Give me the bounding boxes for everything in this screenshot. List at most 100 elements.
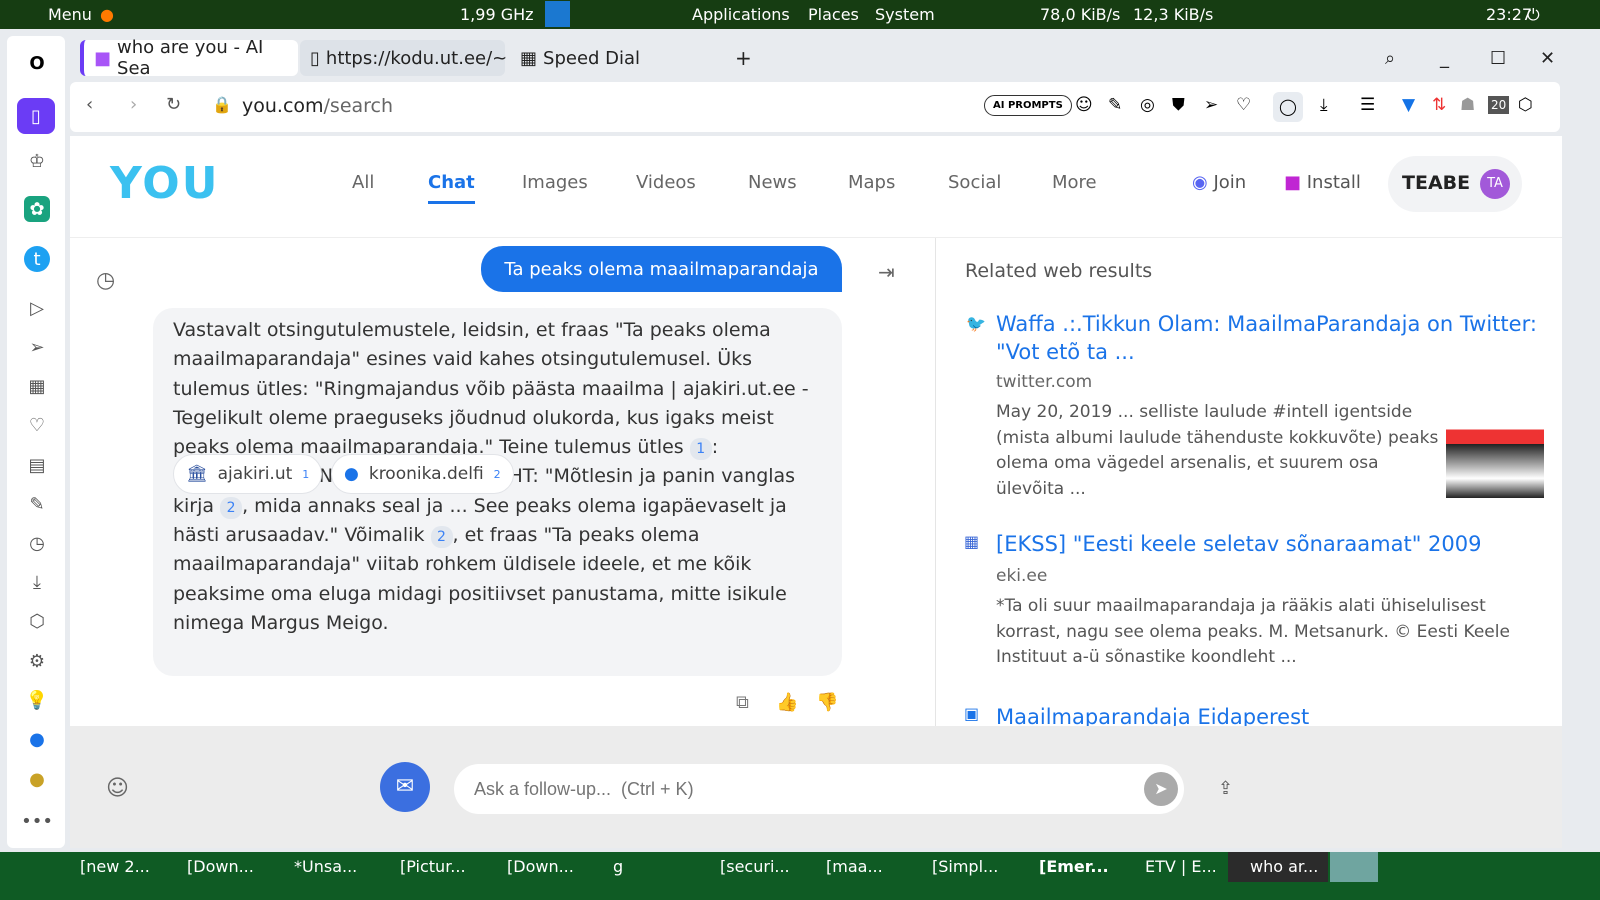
app-icon: ■ <box>1284 172 1307 193</box>
install-link[interactable]: ■ Install <box>1284 172 1361 193</box>
close-button[interactable]: ✕ <box>1530 40 1565 76</box>
history-icon[interactable]: ◷ <box>24 530 50 556</box>
taskbar-item[interactable]: [Simpl... <box>932 857 998 876</box>
source-chip-ajakiri[interactable]: 🏛 ajakiri.ut 1 <box>173 454 323 494</box>
citation-1[interactable]: 1 <box>689 438 712 461</box>
download-icon[interactable]: ⤓ <box>24 569 50 595</box>
cube-icon[interactable]: ⬡ <box>1518 95 1533 115</box>
nav-all[interactable]: All <box>352 172 374 193</box>
news-icon[interactable]: ▤ <box>24 452 50 478</box>
thumbs-up-icon[interactable]: 👍 <box>776 692 798 713</box>
follow-up-input[interactable] <box>454 764 1184 814</box>
share-icon[interactable]: ⇪ <box>1218 778 1233 799</box>
nav-more[interactable]: More <box>1052 172 1097 193</box>
send-icon[interactable]: ➢ <box>1204 95 1218 115</box>
player-icon[interactable]: ▷ <box>24 295 50 321</box>
grid-icon[interactable]: ▦ <box>24 373 50 399</box>
nav-images[interactable]: Images <box>522 172 588 193</box>
applications-menu[interactable]: Applications <box>692 5 790 24</box>
extension-filter-icon[interactable]: ▼ <box>1402 95 1415 115</box>
taskbar-item[interactable]: [new 2... <box>80 857 150 876</box>
tab-you[interactable]: ■ who are you - AI Sea <box>80 37 298 79</box>
minimize-button[interactable]: _ <box>1430 40 1459 76</box>
clock[interactable]: 23:27 <box>1486 5 1532 24</box>
citation-2[interactable]: 2 <box>430 526 453 549</box>
tab-kodu[interactable]: ▯ https://kodu.ut.ee/~ <box>300 40 507 76</box>
chat-footer: ☺ ✉ ➤ ⇪ <box>70 726 1562 848</box>
coin-icon[interactable]: ● <box>24 766 50 792</box>
result-title[interactable]: Maailmaparandaja Eidaperest <box>996 703 1309 726</box>
citation-2[interactable]: 2 <box>220 496 243 519</box>
extension-spy-icon[interactable]: ☗ <box>1460 95 1475 115</box>
shield-icon[interactable]: ⛊ <box>1172 95 1185 115</box>
places-menu[interactable]: Places <box>808 5 859 24</box>
chat-icon[interactable]: ● <box>24 726 50 752</box>
twitter-icon[interactable]: t <box>24 246 50 272</box>
chatgpt-icon[interactable]: ✿ <box>24 196 50 222</box>
taskbar-item-active[interactable]: who ar... <box>1228 852 1328 882</box>
forward-button[interactable]: › <box>130 94 137 115</box>
menu-button[interactable]: Menu <box>24 5 92 24</box>
url-field[interactable]: you.com/search <box>242 95 393 117</box>
system-top-bar: Menu ● 1,99 GHz Applications Places Syst… <box>0 0 1600 29</box>
taskbar-item[interactable]: [Pictur... <box>400 857 466 876</box>
profile-icon[interactable]: ◯ <box>1273 92 1303 122</box>
calendar-extension-icon[interactable]: 20 <box>1488 96 1510 114</box>
firefox-icon[interactable]: ● <box>100 5 114 24</box>
opera-logo-icon[interactable]: O <box>24 50 50 76</box>
taskbar-item[interactable]: [Emer... <box>1039 857 1109 876</box>
camera-icon[interactable]: ◎ <box>1140 95 1155 115</box>
download-icon[interactable]: ⤓ <box>1320 95 1328 115</box>
tab-speed-dial[interactable]: ▦ Speed Dial <box>510 40 650 76</box>
new-chat-icon[interactable]: ☺ <box>106 776 129 801</box>
you-logo[interactable]: YOU <box>110 158 219 209</box>
result-title[interactable]: [EKSS] "Eesti keele seletav sõnaraamat" … <box>996 530 1481 558</box>
reload-button[interactable]: ↻ <box>166 94 181 115</box>
result-title[interactable]: Waffa .:.Tikkun Olam: MaailmaParandaja o… <box>996 310 1546 366</box>
new-tab-button[interactable]: + <box>725 40 762 76</box>
taskbar-item[interactable]: [securi... <box>720 857 790 876</box>
send-button[interactable]: ➤ <box>1144 772 1178 806</box>
emoji-icon[interactable]: ☺ <box>1075 95 1093 115</box>
settings-icon[interactable]: ⚙ <box>24 648 50 674</box>
snap-icon[interactable]: ✎ <box>1108 95 1122 115</box>
system-menu[interactable]: System <box>875 5 935 24</box>
nav-news[interactable]: News <box>748 172 797 193</box>
thumbs-down-icon[interactable]: 👎 <box>816 692 838 713</box>
copy-icon[interactable]: ⧉ <box>736 692 749 713</box>
toggle-panel-icon[interactable]: ⇥ <box>878 260 895 284</box>
extension-arrows-icon[interactable]: ⇅ <box>1432 95 1446 115</box>
back-button[interactable]: ‹ <box>86 94 93 115</box>
result-thumbnail[interactable] <box>1446 400 1544 498</box>
nav-social[interactable]: Social <box>948 172 1001 193</box>
taskbar-item[interactable]: [Down... <box>187 857 254 876</box>
taskbar-item[interactable]: *Unsa... <box>294 857 357 876</box>
search-tabs-icon[interactable]: ⌕ <box>1375 40 1405 76</box>
crown-icon[interactable]: ♔ <box>24 148 50 174</box>
more-icon[interactable]: ••• <box>21 808 53 834</box>
taskbar-item[interactable] <box>1330 852 1378 882</box>
heart-icon[interactable]: ♡ <box>1236 95 1251 115</box>
nav-videos[interactable]: Videos <box>636 172 696 193</box>
user-menu[interactable]: TEABE TA <box>1388 156 1522 212</box>
maximize-button[interactable]: ☐ <box>1480 40 1516 76</box>
power-icon[interactable]: ⏻ <box>1527 5 1540 25</box>
easy-setup-icon[interactable]: ☰ <box>1360 95 1375 115</box>
join-discord-link[interactable]: ◉ Join <box>1192 172 1246 193</box>
history-icon[interactable]: ◷ <box>96 268 115 293</box>
taskbar-item[interactable]: [Down... <box>507 857 574 876</box>
taskbar-item[interactable]: [maa... <box>826 857 883 876</box>
edit-icon[interactable]: ✎ <box>24 491 50 517</box>
reader-icon[interactable]: ▯ <box>17 98 55 134</box>
nav-maps[interactable]: Maps <box>848 172 895 193</box>
cube-icon[interactable]: ⬡ <box>24 608 50 634</box>
taskbar-item[interactable]: ETV | E... <box>1145 857 1217 876</box>
ai-prompts-button[interactable]: AI PROMPTS <box>984 95 1072 116</box>
send-icon[interactable]: ➢ <box>24 334 50 360</box>
new-conversation-button[interactable]: ✉ <box>380 762 430 812</box>
source-chip-delfi[interactable]: ● kroonika.delfi 2 <box>331 454 514 494</box>
nav-chat[interactable]: Chat <box>428 172 475 204</box>
taskbar-item[interactable]: g <box>613 857 623 876</box>
heart-icon[interactable]: ♡ <box>24 412 50 438</box>
lightbulb-icon[interactable]: 💡 <box>24 687 50 713</box>
